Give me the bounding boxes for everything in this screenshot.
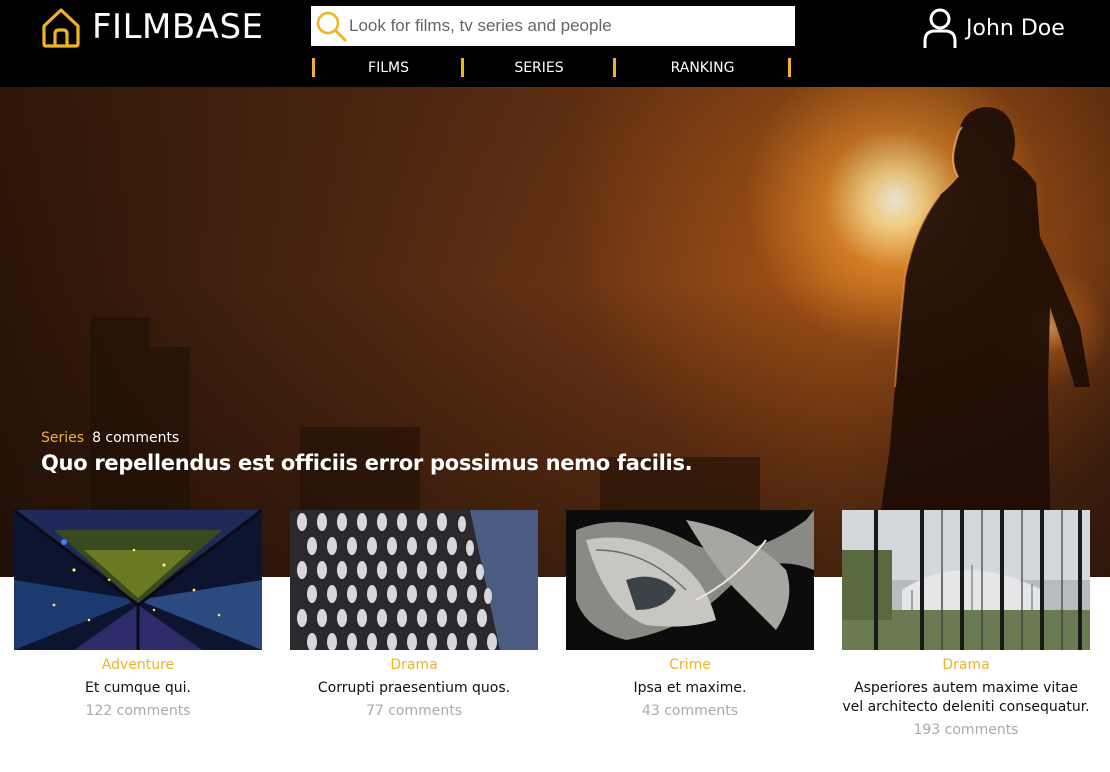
brand-name: FILMBASE — [92, 7, 264, 47]
featured-cards: Adventure Et cumque qui. 122 comments Dr… — [0, 510, 1110, 772]
card-comments[interactable]: 43 comments — [566, 702, 814, 720]
nav-item-films[interactable]: FILMS — [315, 58, 462, 78]
card-thumbnail[interactable] — [842, 510, 1090, 650]
card-title[interactable]: Asperiores autem maxime vitae vel archit… — [842, 679, 1090, 717]
card-thumbnail[interactable] — [14, 510, 262, 650]
user-name: John Doe — [966, 15, 1065, 41]
hero-image — [90, 107, 1090, 577]
main-nav: FILMS SERIES RANKING — [312, 58, 792, 78]
user-menu[interactable]: John Doe — [922, 6, 1065, 50]
card-title[interactable]: Ipsa et maxime. — [566, 679, 814, 698]
card-item[interactable]: Crime Ipsa et maxime. 43 comments — [566, 510, 814, 720]
card-thumbnail[interactable] — [290, 510, 538, 650]
hero-title[interactable]: Quo repellendus est officiis error possi… — [41, 451, 693, 475]
card-item[interactable]: Drama Asperiores autem maxime vitae vel … — [842, 510, 1090, 739]
card-category[interactable]: Adventure — [14, 656, 262, 674]
nav-item-series[interactable]: SERIES — [464, 58, 614, 78]
home-icon — [42, 8, 80, 48]
nav-item-ranking[interactable]: RANKING — [616, 58, 789, 78]
search-icon — [316, 11, 347, 42]
hero-comments[interactable]: 8 comments — [92, 430, 179, 446]
hero-banner[interactable]: Series 8 comments Quo repellendus est off… — [0, 87, 1110, 577]
hero-category[interactable]: Series — [41, 430, 84, 446]
card-title[interactable]: Et cumque qui. — [14, 679, 262, 698]
logo-link[interactable]: FILMBASE — [40, 6, 264, 48]
card-category[interactable]: Drama — [290, 656, 538, 674]
card-category[interactable]: Drama — [842, 656, 1090, 674]
card-category[interactable]: Crime — [566, 656, 814, 674]
search-box[interactable] — [311, 6, 795, 46]
top-header: FILMBASE FILMS SERIES RANKING John Doe — [0, 0, 1110, 87]
card-item[interactable]: Drama Corrupti praesentium quos. 77 comm… — [290, 510, 538, 720]
card-comments[interactable]: 77 comments — [290, 702, 538, 720]
user-icon — [923, 8, 957, 48]
card-title[interactable]: Corrupti praesentium quos. — [290, 679, 538, 698]
card-comments[interactable]: 193 comments — [842, 721, 1090, 739]
card-comments[interactable]: 122 comments — [14, 702, 262, 720]
card-thumbnail[interactable] — [566, 510, 814, 650]
nav-divider — [788, 58, 791, 77]
search-input[interactable] — [347, 8, 795, 44]
hero-meta: Series 8 comments — [41, 430, 179, 446]
card-item[interactable]: Adventure Et cumque qui. 122 comments — [14, 510, 262, 720]
